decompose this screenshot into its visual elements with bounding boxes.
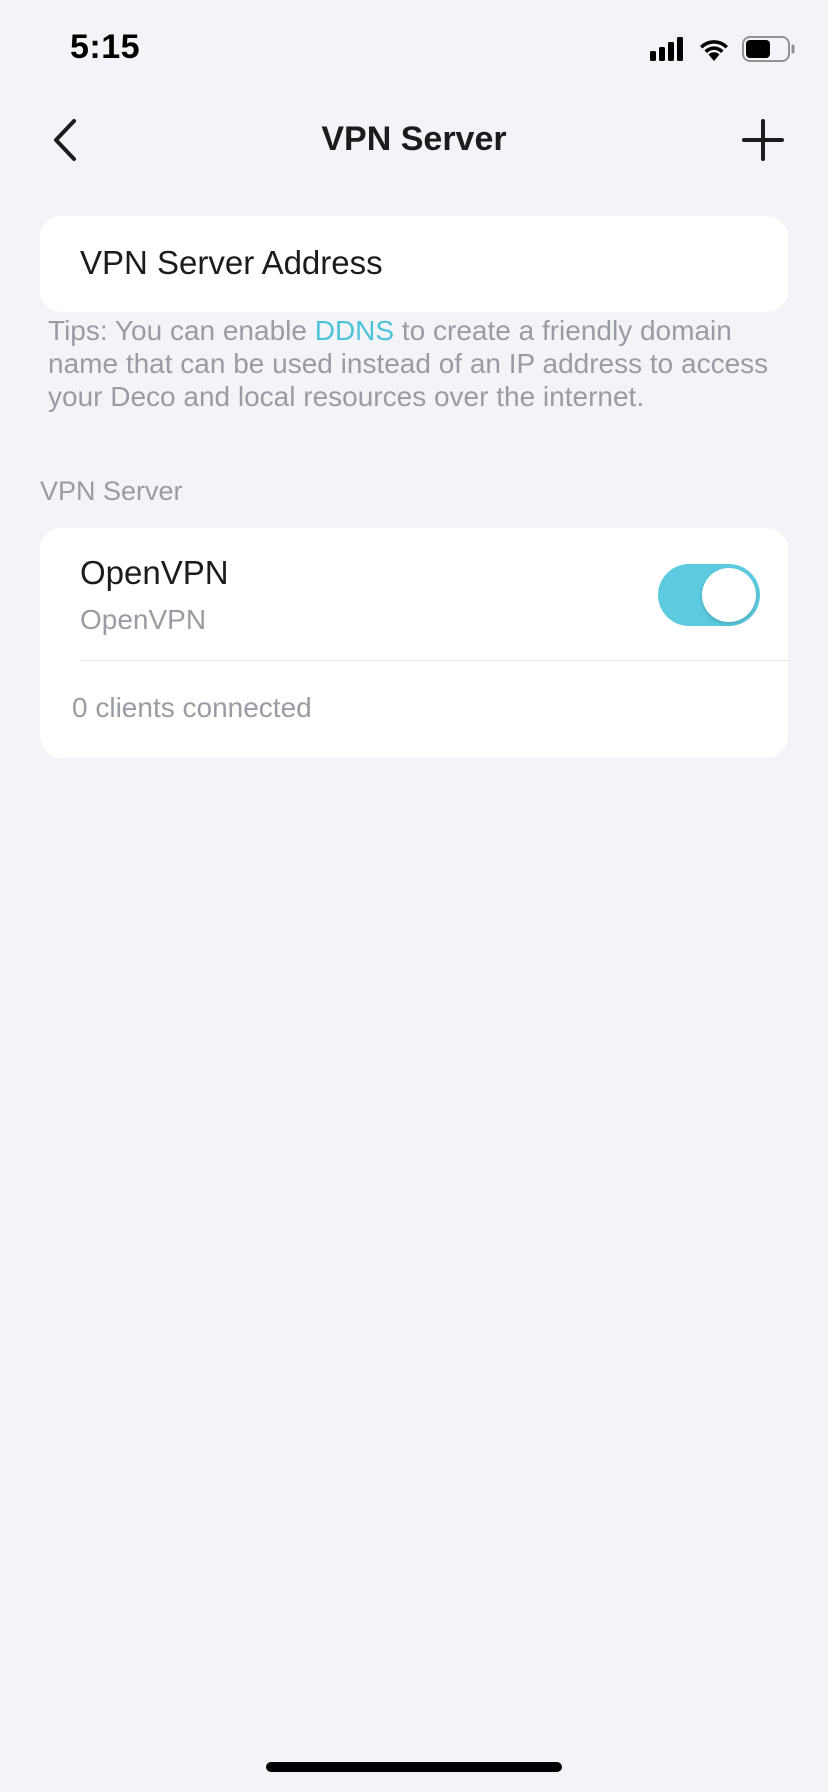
clients-connected[interactable]: 0 clients connected (72, 692, 312, 724)
page-title: VPN Server (321, 120, 507, 158)
status-icons (650, 36, 796, 62)
plus-icon (742, 119, 784, 161)
vpn-server-address-card[interactable]: VPN Server Address (40, 216, 788, 312)
add-button[interactable] (738, 115, 788, 165)
openvpn-row[interactable]: OpenVPN OpenVPN (40, 528, 788, 660)
wifi-icon (700, 40, 728, 61)
battery-icon (742, 36, 795, 62)
home-indicator (266, 1762, 562, 1772)
vpn-server-card: OpenVPN OpenVPN 0 clients connected (40, 528, 788, 758)
status-time: 5:15 (70, 28, 141, 66)
nav-bar: VPN Server (0, 100, 828, 180)
status-bar: 5:15 (0, 0, 828, 100)
section-header-vpn-server: VPN Server (40, 476, 183, 506)
tips-prefix: Tips: You can enable (48, 315, 315, 346)
tips-text: Tips: You can enable DDNS to create a fr… (48, 314, 788, 413)
server-type: OpenVPN (80, 604, 207, 635)
divider (80, 660, 788, 661)
ddns-link[interactable]: DDNS (315, 315, 394, 346)
openvpn-toggle[interactable] (658, 564, 760, 626)
vpn-server-address-label: VPN Server Address (80, 244, 383, 281)
toggle-knob (702, 568, 756, 622)
signal-icon (650, 37, 683, 61)
server-name: OpenVPN (80, 554, 229, 591)
